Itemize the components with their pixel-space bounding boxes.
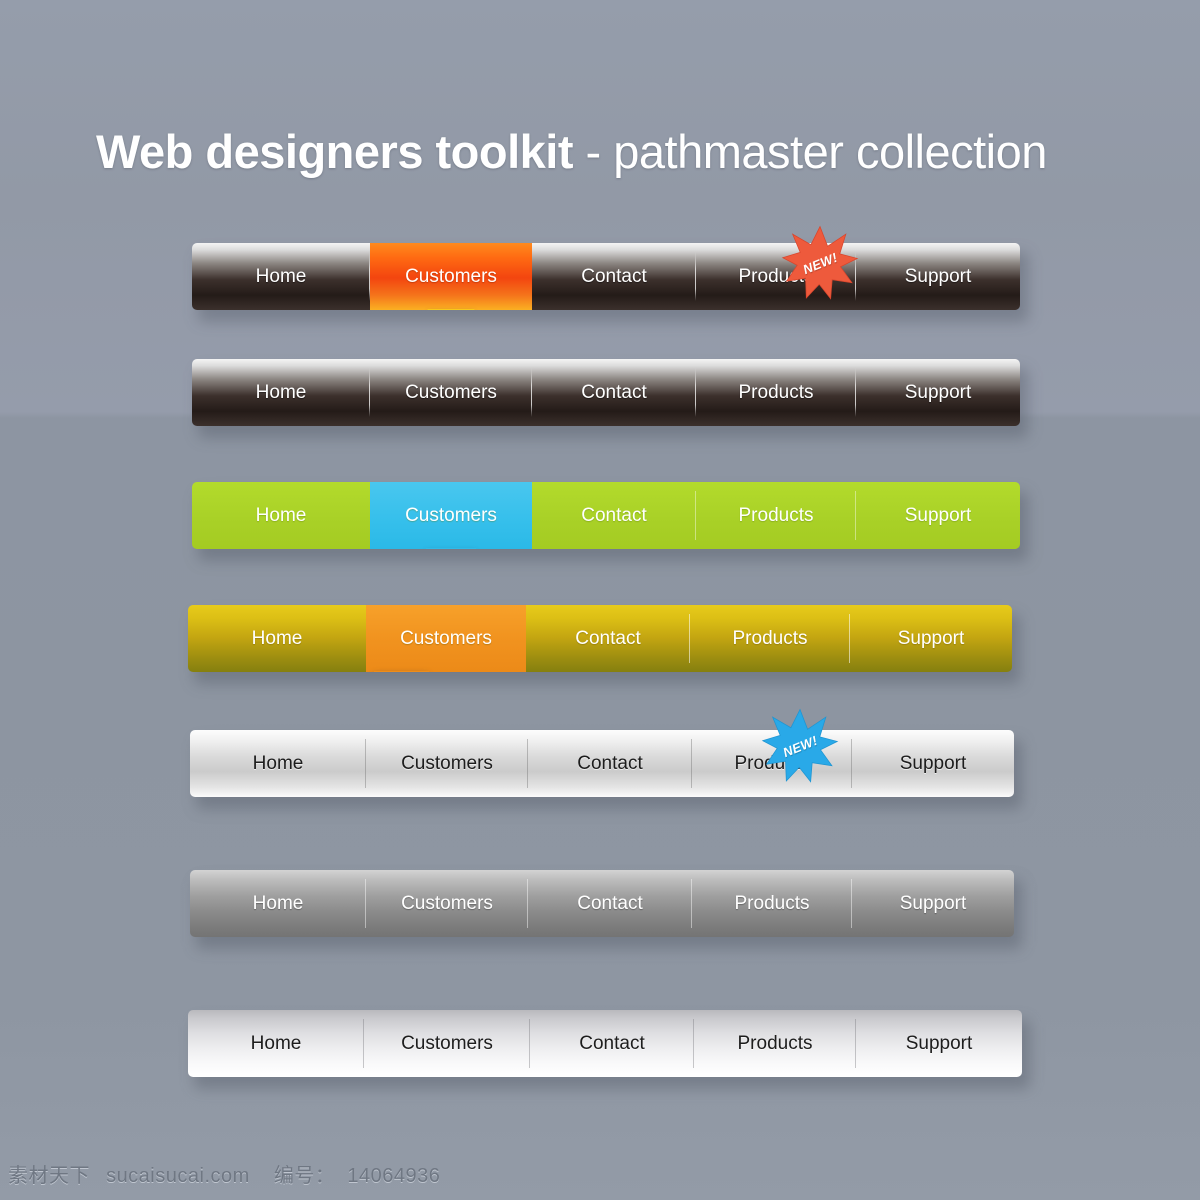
menu-item-customers-active[interactable]: Customers <box>370 243 532 310</box>
menu-item-contact[interactable]: Contact <box>532 243 696 310</box>
watermark-id-label: 编号： <box>273 1165 336 1187</box>
menu-item-label: Contact <box>581 265 647 287</box>
menu-bar-dark-plain-wrap: Home Customers Contact Products Support <box>192 359 1028 438</box>
active-pointer-arrow-icon <box>374 671 430 672</box>
menu-item-customers[interactable]: Customers <box>366 870 528 937</box>
menu-item-label: Contact <box>577 752 643 774</box>
menu-bar-dark-active-wrap: Home Customers Contact Products Support … <box>192 225 1028 322</box>
menu-item-home[interactable]: Home <box>192 359 370 426</box>
menu-item-support[interactable]: Support <box>856 359 1020 426</box>
menu-bar-gold-wrap: Home Customers Contact Products Support <box>188 605 1020 684</box>
menu-item-support[interactable]: Support <box>856 482 1020 549</box>
menu-item-products[interactable]: Products <box>696 482 856 549</box>
menu-item-label: Customers <box>405 265 497 287</box>
menu-item-label: Customers <box>401 892 493 914</box>
menu-bar-dark-active: Home Customers Contact Products Support <box>192 243 1020 310</box>
footer-watermark: 素材天下 sucaisucai.com 编号： 14064936 <box>8 1159 440 1188</box>
menu-bar-silver-wrap: Home Customers Contact Products Support … <box>190 708 1022 809</box>
menu-item-label: Customers <box>400 627 492 649</box>
menu-item-home[interactable]: Home <box>190 870 366 937</box>
menu-item-contact[interactable]: Contact <box>528 730 692 797</box>
menu-item-label: Customers <box>401 1032 493 1054</box>
menu-item-home[interactable]: Home <box>192 243 370 310</box>
menu-item-label: Customers <box>401 752 493 774</box>
page-title-bold: Web designers toolkit <box>96 125 574 178</box>
menu-item-customers-active[interactable]: Customers <box>366 605 526 672</box>
menu-item-products[interactable]: Products <box>690 605 850 672</box>
watermark-domain: sucaisucai.com <box>106 1165 250 1187</box>
menu-item-contact[interactable]: Contact <box>532 482 696 549</box>
menu-bar-gold: Home Customers Contact Products Support <box>188 605 1012 672</box>
menu-item-customers[interactable]: Customers <box>370 359 532 426</box>
menu-item-label: Products <box>738 504 814 526</box>
menu-item-support[interactable]: Support <box>850 605 1012 672</box>
menu-item-label: Products <box>737 1032 813 1054</box>
menu-item-label: Support <box>904 381 972 403</box>
menu-item-label: Contact <box>575 627 641 649</box>
active-pointer-arrow-icon <box>427 309 475 310</box>
menu-item-label: Contact <box>577 892 643 914</box>
menu-item-label: Customers <box>405 504 497 526</box>
menu-item-home[interactable]: Home <box>188 605 366 672</box>
menu-item-support[interactable]: Support <box>852 870 1014 937</box>
menu-item-label: Products <box>738 381 814 403</box>
menu-item-customers[interactable]: Customers <box>364 1010 530 1077</box>
menu-bar-silver: Home Customers Contact Products Support <box>190 730 1014 797</box>
menu-item-label: Home <box>251 627 303 649</box>
menu-item-home[interactable]: Home <box>188 1010 364 1077</box>
menu-item-contact[interactable]: Contact <box>528 870 692 937</box>
menu-bar-light: Home Customers Contact Products Support <box>188 1010 1022 1077</box>
menu-item-products[interactable]: Products <box>694 1010 856 1077</box>
menu-item-support[interactable]: Support <box>856 243 1020 310</box>
menu-item-label: Support <box>904 265 972 287</box>
menu-item-support[interactable]: Support <box>856 1010 1022 1077</box>
menu-item-label: Contact <box>579 1032 645 1054</box>
menu-item-label: Home <box>255 265 307 287</box>
active-pointer-arrow-icon <box>425 548 477 549</box>
menu-item-label: Home <box>252 752 304 774</box>
menu-bar-gray: Home Customers Contact Products Support <box>190 870 1014 937</box>
menu-item-contact[interactable]: Contact <box>526 605 690 672</box>
menu-item-label: Customers <box>405 381 497 403</box>
menu-item-products[interactable]: Products <box>696 359 856 426</box>
menu-item-home[interactable]: Home <box>192 482 370 549</box>
menu-bar-light-wrap: Home Customers Contact Products Support <box>188 1010 1030 1089</box>
menu-item-label: Support <box>905 1032 973 1054</box>
menu-item-products[interactable]: Products <box>692 870 852 937</box>
menu-bar-green-wrap: Home Customers Contact Products Support <box>192 482 1028 561</box>
menu-item-contact[interactable]: Contact <box>530 1010 694 1077</box>
menu-item-label: Contact <box>581 504 647 526</box>
menu-item-label: Support <box>897 627 965 649</box>
menu-item-support[interactable]: Support <box>852 730 1014 797</box>
menu-item-label: Home <box>255 504 307 526</box>
page-title-light: - pathmaster collection <box>573 125 1048 178</box>
page-title: Web designers toolkit - pathmaster colle… <box>96 124 1047 179</box>
watermark-id-value: 14064936 <box>347 1165 441 1187</box>
menu-item-label: Home <box>255 381 307 403</box>
new-badge-red-icon[interactable]: NEW! <box>781 225 859 301</box>
menu-bar-green: Home Customers Contact Products Support <box>192 482 1020 549</box>
menu-item-customers-active[interactable]: Customers <box>370 482 532 549</box>
menu-item-label: Support <box>899 892 967 914</box>
menu-item-label: Home <box>252 892 304 914</box>
menu-item-label: Contact <box>581 381 647 403</box>
new-badge-blue-icon[interactable]: NEW! <box>761 708 839 784</box>
menu-item-contact[interactable]: Contact <box>532 359 696 426</box>
menu-bar-gray-wrap: Home Customers Contact Products Support <box>190 870 1022 949</box>
watermark-site-name: 素材天下 <box>8 1165 90 1187</box>
menu-item-label: Home <box>250 1032 302 1054</box>
menu-item-customers[interactable]: Customers <box>366 730 528 797</box>
menu-item-label: Support <box>904 504 972 526</box>
menu-item-label: Products <box>734 892 810 914</box>
menu-item-label: Products <box>732 627 808 649</box>
menu-item-label: Support <box>899 752 967 774</box>
menu-item-home[interactable]: Home <box>190 730 366 797</box>
menu-bar-dark-plain: Home Customers Contact Products Support <box>192 359 1020 426</box>
